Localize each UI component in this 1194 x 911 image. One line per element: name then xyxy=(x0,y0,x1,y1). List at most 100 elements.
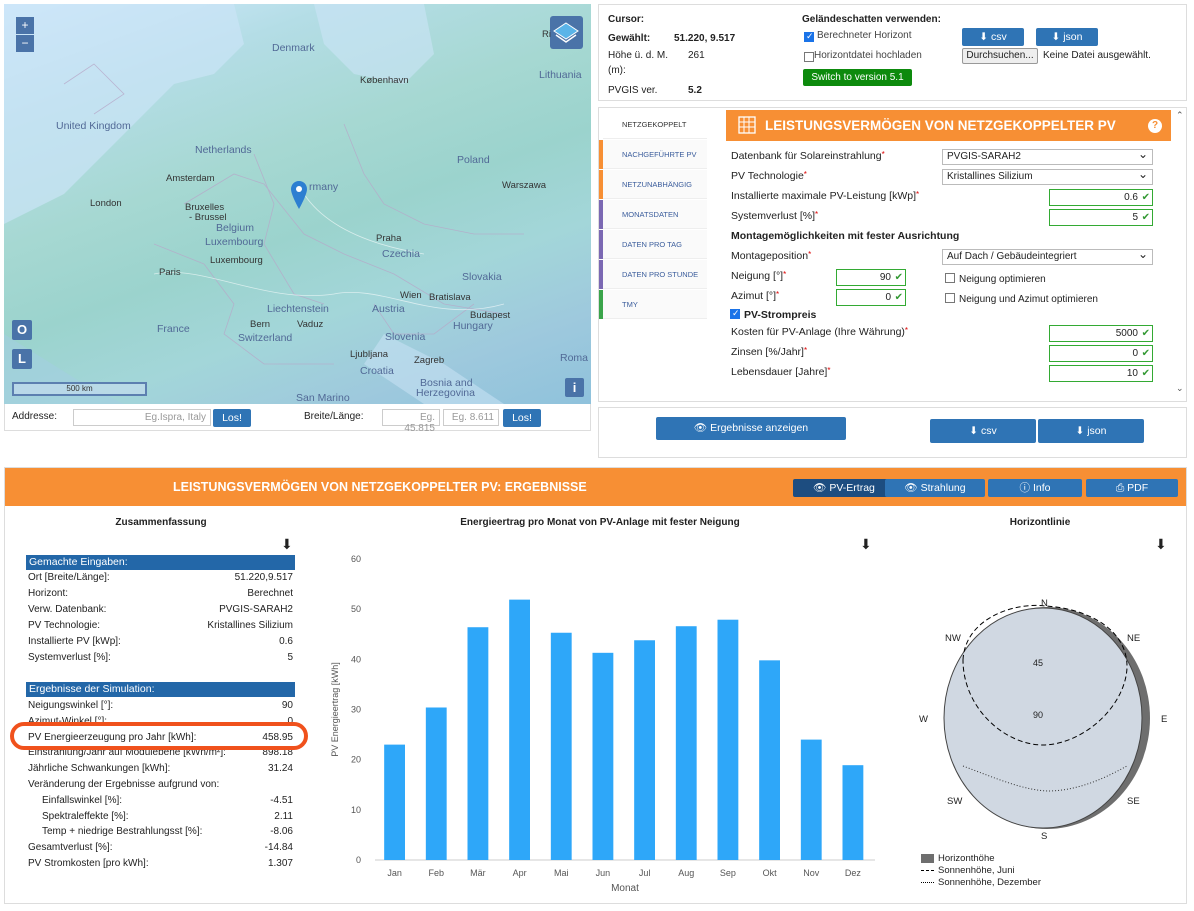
pdf-button[interactable]: ⎙ PDF xyxy=(1086,479,1178,497)
chart-title: Energieertrag pro Monat von PV-Anlage mi… xyxy=(460,517,740,528)
map-label-slovenia: Slovenia xyxy=(385,331,426,343)
input-summary-row: Systemverlust [%]: 5 xyxy=(28,652,293,667)
input-summary-row: Ort [Breite/Länge]: 51.220,9.517 xyxy=(28,572,293,587)
legend-december-swatch xyxy=(921,882,934,883)
pv-yield-button[interactable]: 👁 PV-Ertrag xyxy=(793,479,895,497)
row-value: 2.11 xyxy=(274,810,293,822)
interest-input[interactable]: 0 xyxy=(1049,345,1153,362)
azimuth-input[interactable]: 0 xyxy=(836,289,906,306)
latitude-input[interactable]: Eg. 45.815 xyxy=(382,409,440,434)
longitude-input[interactable]: Eg. 8.611 xyxy=(443,409,499,426)
horizon-ring-45: 45 xyxy=(1033,658,1044,668)
map-o-button[interactable]: O xyxy=(12,320,32,340)
map-info-button[interactable]: i xyxy=(565,378,584,397)
cost-input[interactable]: 5000 xyxy=(1049,325,1153,342)
row-value: 1.307 xyxy=(267,858,293,869)
db-label: Datenbank für Solareinstrahlung* xyxy=(731,150,885,162)
calculation-form-panel: NETZGEKOPPELT NACHGEFÜHRTE PV NETZUNABHÄNG… xyxy=(598,107,1187,402)
x-tick-label: Aug xyxy=(678,868,694,878)
height-label: Höhe ü. d. M. xyxy=(608,50,669,61)
simulation-row: Einfallswinkel [%]: -4.51 xyxy=(28,795,293,810)
map-label-vaduz: Vaduz xyxy=(297,319,324,330)
y-tick-label: 40 xyxy=(351,654,361,664)
zoom-in-button[interactable]: + xyxy=(16,17,34,34)
terrain-shading-label: Geländeschatten verwenden: xyxy=(802,14,941,25)
simulation-row: Spektraleffekte [%]: 2.11 xyxy=(28,811,293,826)
tab-1[interactable]: NETZGEKOPPELT xyxy=(599,110,707,139)
browse-file-button[interactable]: Durchsuchen... xyxy=(962,48,1038,64)
show-results-button[interactable]: 👁 Ergebnisse anzeigen xyxy=(656,417,846,440)
calculated-horizon-checkbox[interactable] xyxy=(804,31,814,42)
legend-june-label: Sonnenhöhe, Juni xyxy=(938,865,1015,876)
results-json-label: json xyxy=(1087,425,1107,437)
legend-horizon-label: Horizonthöhe xyxy=(938,853,995,864)
scroll-up-icon[interactable]: ⌃ xyxy=(1176,110,1184,121)
y-tick-label: 50 xyxy=(351,604,361,614)
tab-3[interactable]: NETZUNABHÄNGIG xyxy=(599,170,707,199)
bar-dez xyxy=(842,765,864,860)
map[interactable]: + − Ri O L i 500 km United Kingdom Nethe… xyxy=(4,4,591,404)
action-bar: 👁 Ergebnisse anzeigen ⬇ csv ⬇ json xyxy=(598,407,1187,458)
optimize-both-checkbox[interactable] xyxy=(945,293,955,303)
upload-horizon-checkbox[interactable] xyxy=(804,52,814,62)
summary-download-icon[interactable]: ⬇ xyxy=(281,536,293,553)
bar-aug xyxy=(675,626,697,860)
optimize-slope-label: Neigung optimieren xyxy=(959,274,1046,285)
y-axis-label: PV Energieertrag [kWh] xyxy=(330,662,340,757)
scroll-down-icon[interactable]: ⌄ xyxy=(1176,383,1184,394)
map-l-button[interactable]: L xyxy=(12,349,32,369)
map-label-bratislava: Bratislava xyxy=(429,292,471,303)
slope-input[interactable]: 90 xyxy=(836,269,906,286)
row-label: Neigungswinkel [°]: xyxy=(28,700,114,711)
results-csv-button[interactable]: ⬇ csv xyxy=(930,419,1036,443)
zoom-out-button[interactable]: − xyxy=(16,35,34,52)
legend-june-swatch xyxy=(921,870,934,871)
results-json-button[interactable]: ⬇ json xyxy=(1038,419,1144,443)
layers-button[interactable] xyxy=(550,16,583,49)
row-value: Berechnet xyxy=(247,588,293,599)
power-input[interactable]: 0.6 xyxy=(1049,189,1153,206)
map-label-netherlands: Netherlands xyxy=(195,144,252,156)
optimize-slope-checkbox[interactable] xyxy=(945,273,955,283)
latlon-go-button[interactable]: Los! xyxy=(503,409,541,427)
radiation-button[interactable]: 👁 Strahlung xyxy=(885,479,985,497)
input-summary-row: Horizont: Berechnet xyxy=(28,588,293,603)
lifetime-input[interactable]: 10 xyxy=(1049,365,1153,382)
horizon-chart xyxy=(943,604,1150,829)
tab-7[interactable]: TMY xyxy=(599,290,707,319)
pv-price-checkbox[interactable] xyxy=(730,308,740,319)
horizon-download-icon[interactable]: ⬇ xyxy=(1155,536,1167,553)
switch-version-button[interactable]: Switch to version 5.1 xyxy=(803,69,912,86)
map-label-praha: Praha xyxy=(376,233,402,244)
help-icon[interactable]: ? xyxy=(1148,119,1162,133)
tech-select[interactable]: Kristallines Silizium xyxy=(942,167,1153,185)
form-scrollbar[interactable]: ⌃ ⌄ xyxy=(1174,108,1186,401)
tab-2[interactable]: NACHGEFÜHRTE PV xyxy=(599,140,707,169)
map-label-croatia: Croatia xyxy=(360,365,394,377)
horizon-json-button[interactable]: ⬇ json xyxy=(1036,28,1098,46)
tab-6[interactable]: DATEN PRO STUNDE xyxy=(599,260,707,289)
tab-5[interactable]: DATEN PRO TAG xyxy=(599,230,707,259)
y-tick-label: 20 xyxy=(351,755,361,765)
bar-nov xyxy=(800,739,822,860)
horizon-ring-90: 90 xyxy=(1033,710,1044,720)
download-icon: ⬇ xyxy=(969,425,981,437)
map-label-germany: rmany xyxy=(309,181,339,193)
address-input[interactable]: Eg.Ispra, Italy xyxy=(73,409,211,426)
horizon-n: N xyxy=(1041,598,1048,609)
info-button[interactable]: ⓘ Info xyxy=(988,479,1082,497)
x-tick-label: Mai xyxy=(554,868,569,878)
tab-4[interactable]: MONATSDATEN xyxy=(599,200,707,229)
simulation-row: Temp + niedrige Bestrahlungsst [%]: -8.06 xyxy=(28,826,293,841)
db-select[interactable]: PVGIS-SARAH2 xyxy=(942,147,1153,165)
results-header: LEISTUNGSVERMÖGEN VON NETZGEKOPPELTER PV… xyxy=(5,468,1186,506)
tab-label: TMY xyxy=(622,300,638,309)
address-go-button[interactable]: Los! xyxy=(213,409,251,427)
height-unit: (m): xyxy=(608,65,626,76)
horizon-csv-button[interactable]: ⬇ csv xyxy=(962,28,1024,46)
loss-input[interactable]: 5 xyxy=(1049,209,1153,226)
mount-select[interactable]: Auf Dach / Gebäudeintegriert xyxy=(942,247,1153,265)
row-label: PV Stromkosten [pro kWh]: xyxy=(28,858,149,869)
azimuth-label: Azimut [°]* xyxy=(731,290,780,302)
horizon-ne: NE xyxy=(1127,633,1141,644)
